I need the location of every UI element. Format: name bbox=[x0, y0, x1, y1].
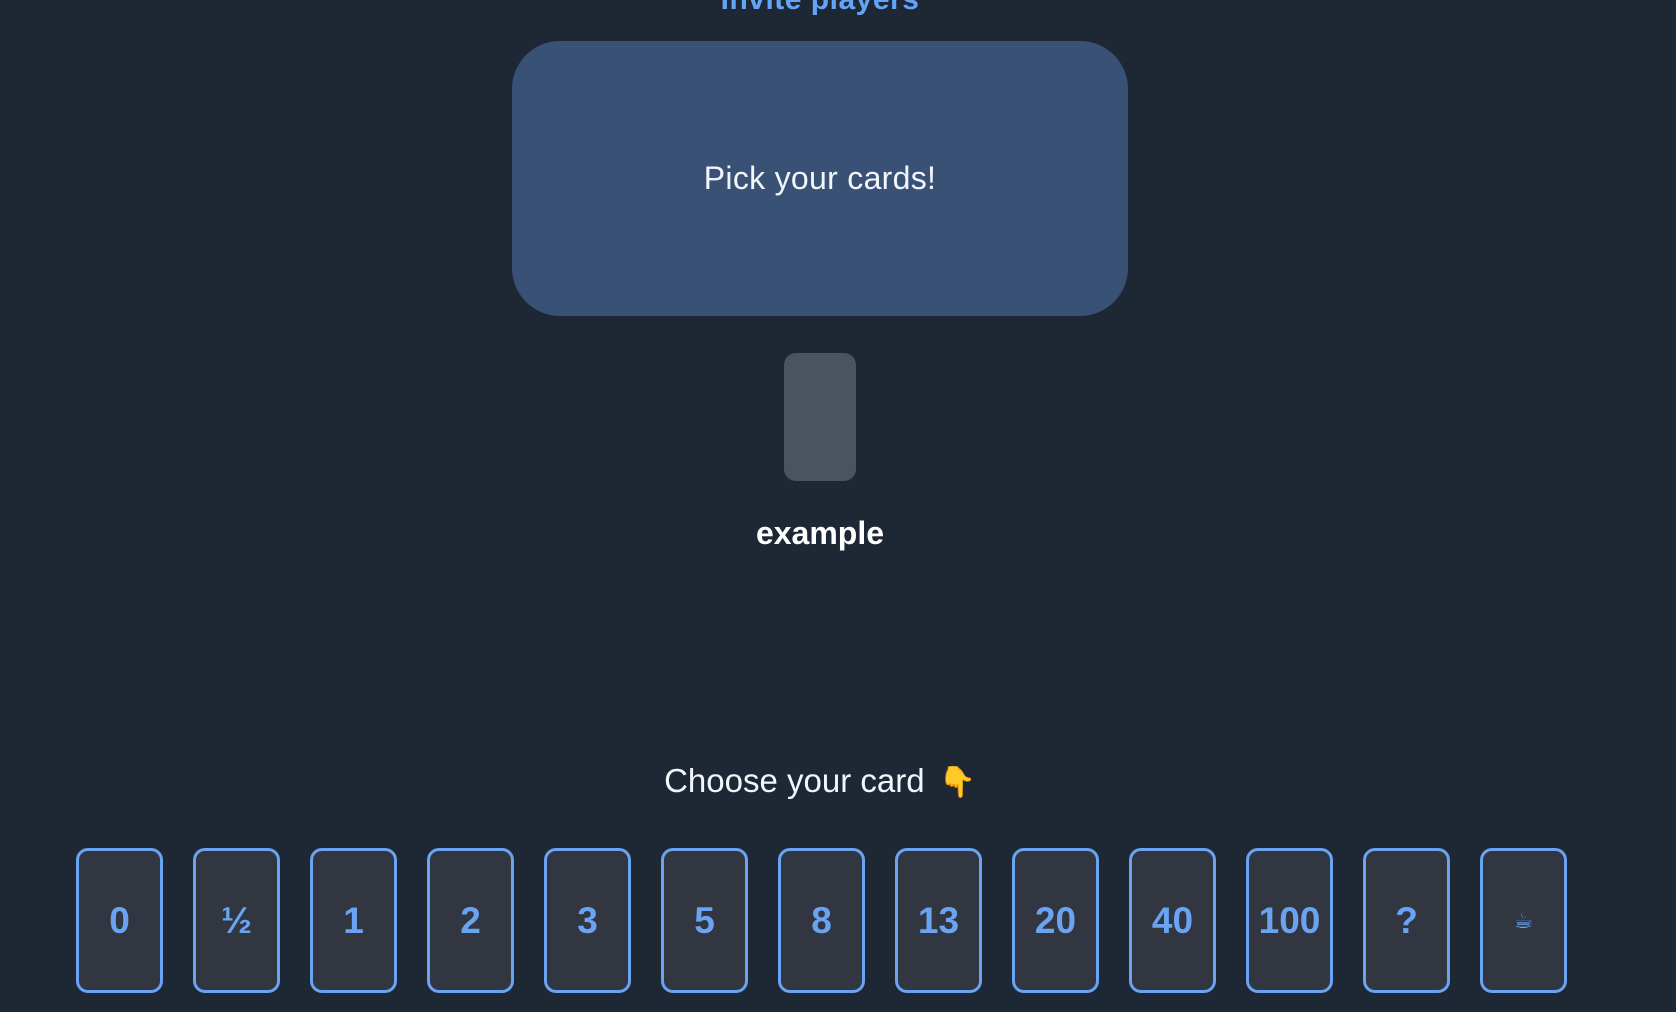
card-deck: 0 ½ 1 2 3 5 8 13 20 40 100 ? ☕ bbox=[76, 848, 1567, 993]
pointing-down-icon: 👇 bbox=[938, 766, 976, 799]
card-3[interactable]: 3 bbox=[544, 848, 631, 993]
card-question[interactable]: ? bbox=[1363, 848, 1450, 993]
card-8[interactable]: 8 bbox=[778, 848, 865, 993]
card-0[interactable]: 0 bbox=[76, 848, 163, 993]
card-half[interactable]: ½ bbox=[193, 848, 280, 993]
card-100[interactable]: 100 bbox=[1246, 848, 1333, 993]
poker-table: Pick your cards! bbox=[512, 41, 1128, 316]
card-1[interactable]: 1 bbox=[310, 848, 397, 993]
invite-players-link[interactable]: Invite players bbox=[0, 0, 1640, 16]
player-name: example bbox=[755, 515, 885, 551]
card-5[interactable]: 5 bbox=[661, 848, 748, 993]
card-13[interactable]: 13 bbox=[895, 848, 982, 993]
card-coffee-icon[interactable]: ☕ bbox=[1480, 848, 1567, 993]
card-20[interactable]: 20 bbox=[1012, 848, 1099, 993]
card-40[interactable]: 40 bbox=[1129, 848, 1216, 993]
table-message: Pick your cards! bbox=[703, 160, 937, 196]
choose-card-prompt: Choose your card 👇 bbox=[0, 761, 1640, 803]
player-seat: example bbox=[0, 353, 1640, 553]
prompt-text: Choose your card bbox=[664, 762, 925, 799]
player-card-facedown bbox=[784, 353, 856, 481]
game-page: Invite players Pick your cards! example … bbox=[0, 0, 1676, 1012]
card-2[interactable]: 2 bbox=[427, 848, 514, 993]
